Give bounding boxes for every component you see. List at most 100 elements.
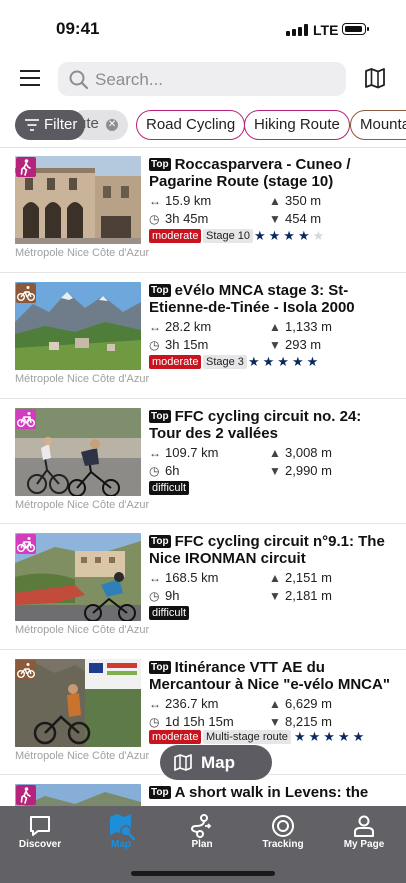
ascent-stat: ▲ 350 m — [269, 193, 321, 208]
tab-tracking[interactable]: Tracking — [243, 806, 323, 866]
route-title: Top eVélo MNCA stage 3: St-Etienne-de-Tin… — [149, 282, 394, 316]
search-input[interactable]: Search... — [58, 62, 346, 96]
tab-map[interactable]: Map — [81, 806, 161, 866]
chip-label: Hiking Route — [254, 116, 340, 133]
descent-value: 2,181 m — [285, 588, 332, 603]
ascent-stat: ▲ 6,629 m — [269, 696, 332, 711]
map-button-label: Map — [201, 753, 235, 772]
ascent-value: 3,008 m — [285, 445, 332, 460]
route-plan-icon — [190, 814, 212, 838]
descent-icon: ▼ — [269, 589, 281, 603]
top-bar: Search... — [0, 58, 406, 102]
route-title-text: A short walk in Levens: the — [174, 784, 369, 801]
filter-button[interactable]: Filter — [15, 110, 85, 140]
ascent-icon: ▲ — [269, 194, 281, 208]
distance-icon: ↔ — [149, 697, 161, 711]
duration-value: 3h 45m — [165, 211, 209, 226]
chip-label: Mounta — [360, 116, 406, 133]
route-card[interactable]: Métropole Nice Côte d'Azur Top FFC cyclin… — [0, 399, 406, 525]
route-source: Métropole Nice Côte d'Azur — [15, 750, 150, 762]
map-search-icon — [110, 814, 135, 840]
ascent-icon: ▲ — [269, 320, 281, 334]
top-badge: Top — [149, 284, 171, 297]
status-bar: 09:41 LTE — [0, 0, 406, 58]
rating-stars: ★★★★★ — [254, 228, 328, 243]
distance-stat: ↔ 236.7 km — [149, 696, 218, 711]
tab-label: Tracking — [262, 839, 304, 850]
hiking-icon — [16, 157, 36, 177]
rating-stars: ★★★★★ — [248, 354, 322, 369]
chip-label: Road Cycling — [146, 116, 236, 133]
chip-road-cycling[interactable]: Road Cycling — [136, 110, 246, 140]
route-title-text: FFC cycling circuit n°9.1: The Nice IRON… — [149, 533, 385, 567]
road-bike-icon — [16, 534, 36, 554]
map-view-icon[interactable] — [364, 67, 386, 89]
distance-stat: ↔ 168.5 km — [149, 570, 218, 585]
route-title: Top Roccasparvera - Cuneo / Pagarine Rout… — [149, 156, 394, 190]
descent-icon: ▼ — [269, 715, 281, 729]
search-icon — [69, 70, 89, 90]
route-source: Métropole Nice Côte d'Azur — [15, 373, 150, 385]
descent-stat: ▼ 2,990 m — [269, 463, 332, 478]
distance-value: 109.7 km — [165, 445, 219, 460]
ascent-value: 350 m — [285, 193, 322, 208]
chip-mountain[interactable]: Mounta — [350, 110, 406, 140]
ascent-value: 1,133 m — [285, 319, 332, 334]
status-time: 09:41 — [56, 19, 100, 38]
route-source: Métropole Nice Côte d'Azur — [15, 624, 150, 636]
top-badge: Top — [149, 661, 171, 674]
distance-stat: ↔ 109.7 km — [149, 445, 218, 460]
duration-value: 6h — [165, 463, 180, 478]
route-title-text: Roccasparvera - Cuneo / Pagarine Route (… — [149, 156, 351, 190]
route-title-text: eVélo MNCA stage 3: St-Etienne-de-Tinée … — [149, 282, 355, 316]
mountain-bike-icon — [16, 660, 36, 680]
remove-chip-icon[interactable]: ✕ — [106, 119, 119, 131]
descent-icon: ▼ — [269, 212, 281, 226]
map-button[interactable]: Map — [160, 745, 272, 780]
route-card[interactable]: Métropole Nice Côte d'Azur Top eVélo MNCA… — [0, 273, 406, 399]
descent-value: 293 m — [285, 337, 322, 352]
route-card[interactable]: Métropole Nice Côte d'Azur Top FFC cyclin… — [0, 524, 406, 650]
top-badge: Top — [149, 786, 171, 799]
route-title: Top A short walk in Levens: the — [149, 784, 394, 801]
filter-label: Filter — [44, 116, 78, 133]
route-source: Métropole Nice Côte d'Azur — [15, 499, 150, 511]
duration-value: 3h 15m — [165, 337, 209, 352]
route-title: Top FFC cycling circuit no. 24: Tour des … — [149, 408, 394, 442]
ascent-value: 2,151 m — [285, 570, 332, 585]
duration-stat: ◷ 3h 45m — [149, 211, 208, 226]
ascent-stat: ▲ 2,151 m — [269, 570, 332, 585]
descent-value: 2,990 m — [285, 463, 332, 478]
clock-icon: ◷ — [149, 212, 160, 226]
duration-stat: ◷ 6h — [149, 463, 179, 478]
tab-my-page[interactable]: My Page — [324, 806, 404, 866]
route-title: Top FFC cycling circuit n°9.1: The Nice I… — [149, 533, 394, 567]
difficulty-badge: difficult — [149, 606, 190, 620]
distance-value: 168.5 km — [165, 570, 219, 585]
chat-bubble-icon — [30, 816, 50, 836]
distance-value: 15.9 km — [165, 193, 212, 208]
tab-plan[interactable]: Plan — [162, 806, 242, 866]
tab-discover[interactable]: Discover — [0, 806, 80, 866]
clock-icon: ◷ — [149, 715, 160, 729]
signal-icon — [286, 24, 308, 36]
distance-value: 236.7 km — [165, 696, 219, 711]
top-badge: Top — [149, 410, 171, 423]
clock-icon: ◷ — [149, 464, 160, 478]
ascent-stat: ▲ 1,133 m — [269, 319, 332, 334]
route-card[interactable]: Métropole Nice Côte d'Azur Top Roccasparv… — [0, 147, 406, 273]
descent-value: 454 m — [285, 211, 322, 226]
stage-badge: Multi-stage route — [203, 730, 291, 744]
ascent-icon: ▲ — [269, 697, 281, 711]
chip-hiking-route[interactable]: Hiking Route — [244, 110, 350, 140]
distance-stat: ↔ 28.2 km — [149, 319, 211, 334]
difficulty-badge: moderate — [149, 730, 202, 744]
ascent-value: 6,629 m — [285, 696, 332, 711]
descent-stat: ▼ 293 m — [269, 337, 321, 352]
menu-icon[interactable] — [20, 70, 40, 86]
tab-label: Plan — [191, 839, 213, 850]
rating-stars: ★★★★★ — [294, 729, 368, 744]
descent-stat: ▼ 8,215 m — [269, 714, 332, 729]
search-placeholder: Search... — [95, 70, 164, 89]
network-label: LTE — [313, 22, 339, 38]
